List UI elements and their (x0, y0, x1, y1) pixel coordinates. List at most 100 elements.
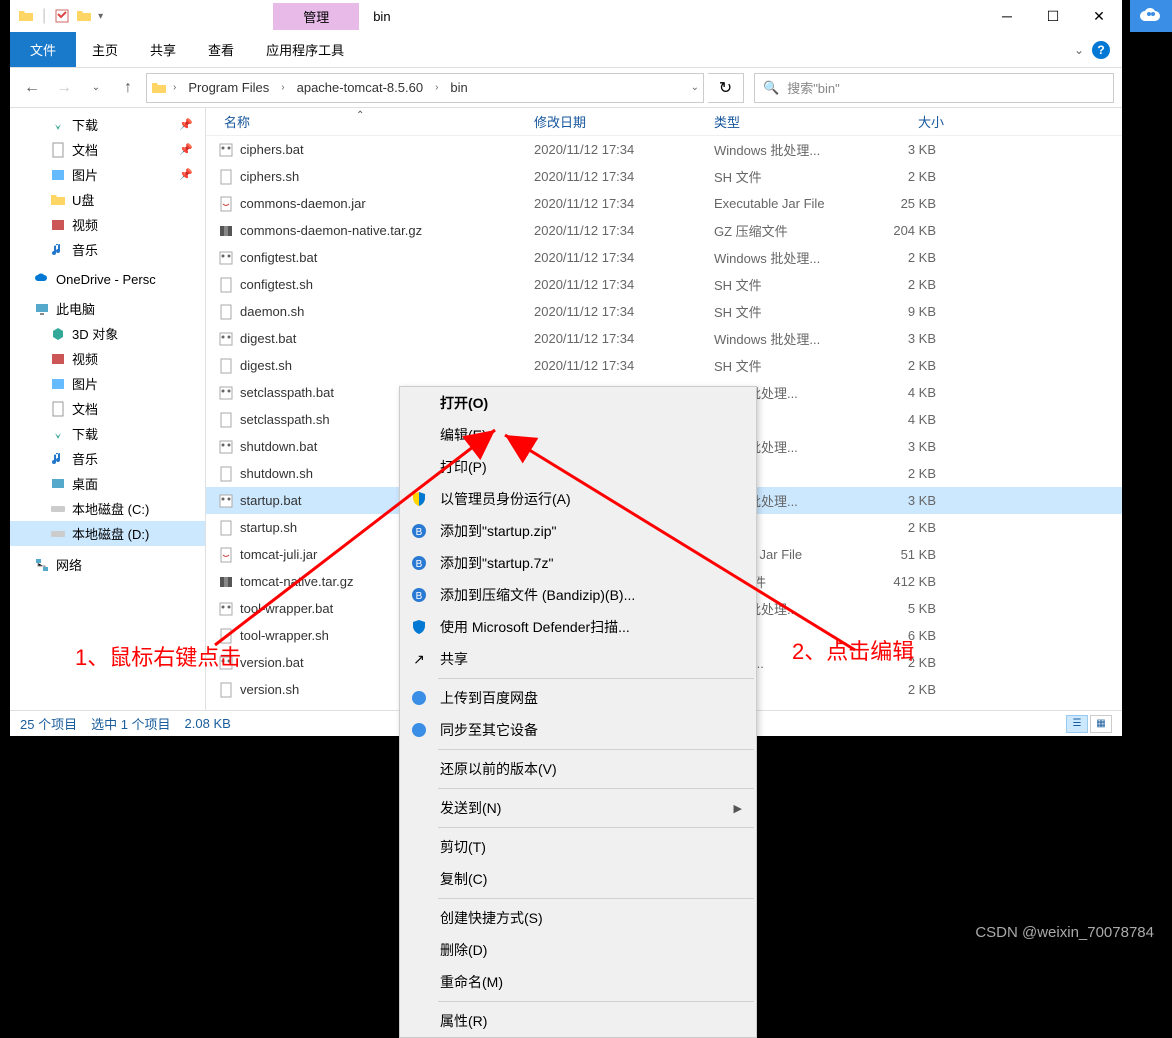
column-size[interactable]: 大小 (864, 112, 944, 131)
properties-icon[interactable] (54, 8, 70, 24)
file-size: 4 KB (864, 412, 944, 427)
svg-text:B: B (416, 559, 423, 570)
menu-edit[interactable]: 编辑(E) (400, 419, 756, 451)
menu-share[interactable]: ↗共享 (400, 643, 756, 675)
sidebar-item-diskc[interactable]: 本地磁盘 (C:) (10, 496, 205, 521)
cloud-badge (1130, 0, 1172, 32)
sidebar-item-documents2[interactable]: 文档 (10, 396, 205, 421)
file-size: 2 KB (864, 169, 944, 184)
icons-view-button[interactable]: ▦ (1090, 715, 1112, 733)
refresh-button[interactable]: ↻ (708, 73, 744, 103)
qat-dropdown-icon[interactable]: ▾ (98, 11, 103, 22)
sidebar-item-onedrive[interactable]: OneDrive - Persc (10, 268, 205, 290)
help-icon[interactable]: ? (1092, 41, 1110, 59)
file-name: digest.sh (240, 358, 292, 373)
file-name: daemon.sh (240, 304, 304, 319)
file-size: 25 KB (864, 196, 944, 211)
sidebar-item-udisk[interactable]: U盘 (10, 187, 205, 212)
menu-defender[interactable]: 使用 Microsoft Defender扫描... (400, 611, 756, 643)
sidebar-item-desktop[interactable]: 桌面 (10, 471, 205, 496)
menu-baidu-upload[interactable]: 上传到百度网盘 (400, 682, 756, 714)
file-name: startup.sh (240, 520, 297, 535)
chevron-right-icon[interactable]: › (433, 82, 440, 93)
menu-open[interactable]: 打开(O) (400, 387, 756, 419)
file-row[interactable]: ciphers.sh2020/11/12 17:34SH 文件2 KB (206, 163, 1122, 190)
file-size: 4 KB (864, 385, 944, 400)
sidebar-item-music[interactable]: 音乐 (10, 237, 205, 262)
menu-copy[interactable]: 复制(C) (400, 863, 756, 895)
sidebar-item-thispc[interactable]: 此电脑 (10, 296, 205, 321)
shield-icon (410, 490, 428, 508)
chevron-right-icon[interactable]: › (171, 82, 178, 93)
tab-view[interactable]: 查看 (192, 32, 250, 67)
navigation-pane[interactable]: 下载📌 文档📌 图片📌 U盘 视频 音乐 OneDrive - Persc 此电… (10, 108, 206, 710)
column-name[interactable]: 名称⌃ (206, 112, 534, 131)
file-size: 3 KB (864, 331, 944, 346)
file-type: Windows 批处理... (714, 140, 864, 159)
search-input[interactable]: 🔍 搜索"bin" (754, 73, 1114, 103)
forward-button[interactable]: → (50, 74, 78, 102)
menu-cut[interactable]: 剪切(T) (400, 831, 756, 863)
new-folder-icon[interactable] (76, 8, 92, 24)
address-dropdown-icon[interactable]: ⌄ (691, 82, 699, 93)
menu-add7z[interactable]: B添加到"startup.7z" (400, 547, 756, 579)
tab-home[interactable]: 主页 (76, 32, 134, 67)
file-row[interactable]: configtest.bat2020/11/12 17:34Windows 批处… (206, 244, 1122, 271)
tab-apptools[interactable]: 应用程序工具 (250, 32, 360, 67)
details-view-button[interactable]: ☰ (1066, 715, 1088, 733)
breadcrumb-segment[interactable]: apache-tomcat-8.5.60 (291, 78, 429, 97)
file-row[interactable]: daemon.sh2020/11/12 17:34SH 文件9 KB (206, 298, 1122, 325)
tab-file[interactable]: 文件 (10, 32, 76, 67)
sidebar-item-pictures[interactable]: 图片📌 (10, 162, 205, 187)
menu-baidu-sync[interactable]: 同步至其它设备 (400, 714, 756, 746)
menu-properties[interactable]: 属性(R) (400, 1005, 756, 1037)
sidebar-item-videos2[interactable]: 视频 (10, 346, 205, 371)
menu-print[interactable]: 打印(P) (400, 451, 756, 483)
sidebar-item-documents[interactable]: 文档📌 (10, 137, 205, 162)
chevron-right-icon[interactable]: › (279, 82, 286, 93)
menu-delete[interactable]: 删除(D) (400, 934, 756, 966)
tab-share[interactable]: 共享 (134, 32, 192, 67)
address-bar[interactable]: › Program Files › apache-tomcat-8.5.60 ›… (146, 73, 704, 103)
column-headers[interactable]: 名称⌃ 修改日期 类型 大小 (206, 108, 1122, 136)
up-button[interactable]: ↑ (114, 74, 142, 102)
file-row[interactable]: configtest.sh2020/11/12 17:34SH 文件2 KB (206, 271, 1122, 298)
close-button[interactable]: ✕ (1076, 0, 1122, 32)
menu-runas[interactable]: 以管理员身份运行(A) (400, 483, 756, 515)
manage-contextual-tab[interactable]: 管理 (273, 3, 359, 30)
file-name: ciphers.sh (240, 169, 299, 184)
sidebar-item-diskd[interactable]: 本地磁盘 (D:) (10, 521, 205, 546)
sidebar-item-downloads[interactable]: 下载📌 (10, 112, 205, 137)
menu-addzip[interactable]: B添加到"startup.zip" (400, 515, 756, 547)
file-row[interactable]: commons-daemon.jar2020/11/12 17:34Execut… (206, 190, 1122, 217)
menu-bandizip[interactable]: B添加到压缩文件 (Bandizip)(B)... (400, 579, 756, 611)
file-size: 5 KB (864, 601, 944, 616)
minimize-button[interactable]: ─ (984, 0, 1030, 32)
file-row[interactable]: ciphers.bat2020/11/12 17:34Windows 批处理..… (206, 136, 1122, 163)
file-row[interactable]: digest.sh2020/11/12 17:34SH 文件2 KB (206, 352, 1122, 379)
sidebar-item-videos[interactable]: 视频 (10, 212, 205, 237)
file-row[interactable]: commons-daemon-native.tar.gz2020/11/12 1… (206, 217, 1122, 244)
watermark: CSDN @weixin_70078784 (975, 924, 1154, 941)
breadcrumb-segment[interactable]: bin (444, 78, 473, 97)
column-date[interactable]: 修改日期 (534, 112, 714, 131)
sidebar-item-network[interactable]: 网络 (10, 552, 205, 577)
sidebar-item-downloads2[interactable]: 下载 (10, 421, 205, 446)
file-icon (218, 682, 234, 698)
menu-shortcut[interactable]: 创建快捷方式(S) (400, 902, 756, 934)
file-icon (218, 412, 234, 428)
breadcrumb-segment[interactable]: Program Files (182, 78, 275, 97)
sidebar-item-pictures2[interactable]: 图片 (10, 371, 205, 396)
ribbon-expand-icon[interactable]: ⌄ (1074, 43, 1084, 57)
menu-restore[interactable]: 还原以前的版本(V) (400, 753, 756, 785)
file-date: 2020/11/12 17:34 (534, 250, 714, 265)
sidebar-item-3dobjects[interactable]: 3D 对象 (10, 321, 205, 346)
menu-sendto[interactable]: 发送到(N)▶ (400, 792, 756, 824)
file-row[interactable]: digest.bat2020/11/12 17:34Windows 批处理...… (206, 325, 1122, 352)
sidebar-item-music2[interactable]: 音乐 (10, 446, 205, 471)
recent-dropdown[interactable]: ⌄ (82, 74, 110, 102)
column-type[interactable]: 类型 (714, 112, 864, 131)
file-type: SH 文件 (714, 275, 864, 294)
back-button[interactable]: ← (18, 74, 46, 102)
maximize-button[interactable]: ☐ (1030, 0, 1076, 32)
